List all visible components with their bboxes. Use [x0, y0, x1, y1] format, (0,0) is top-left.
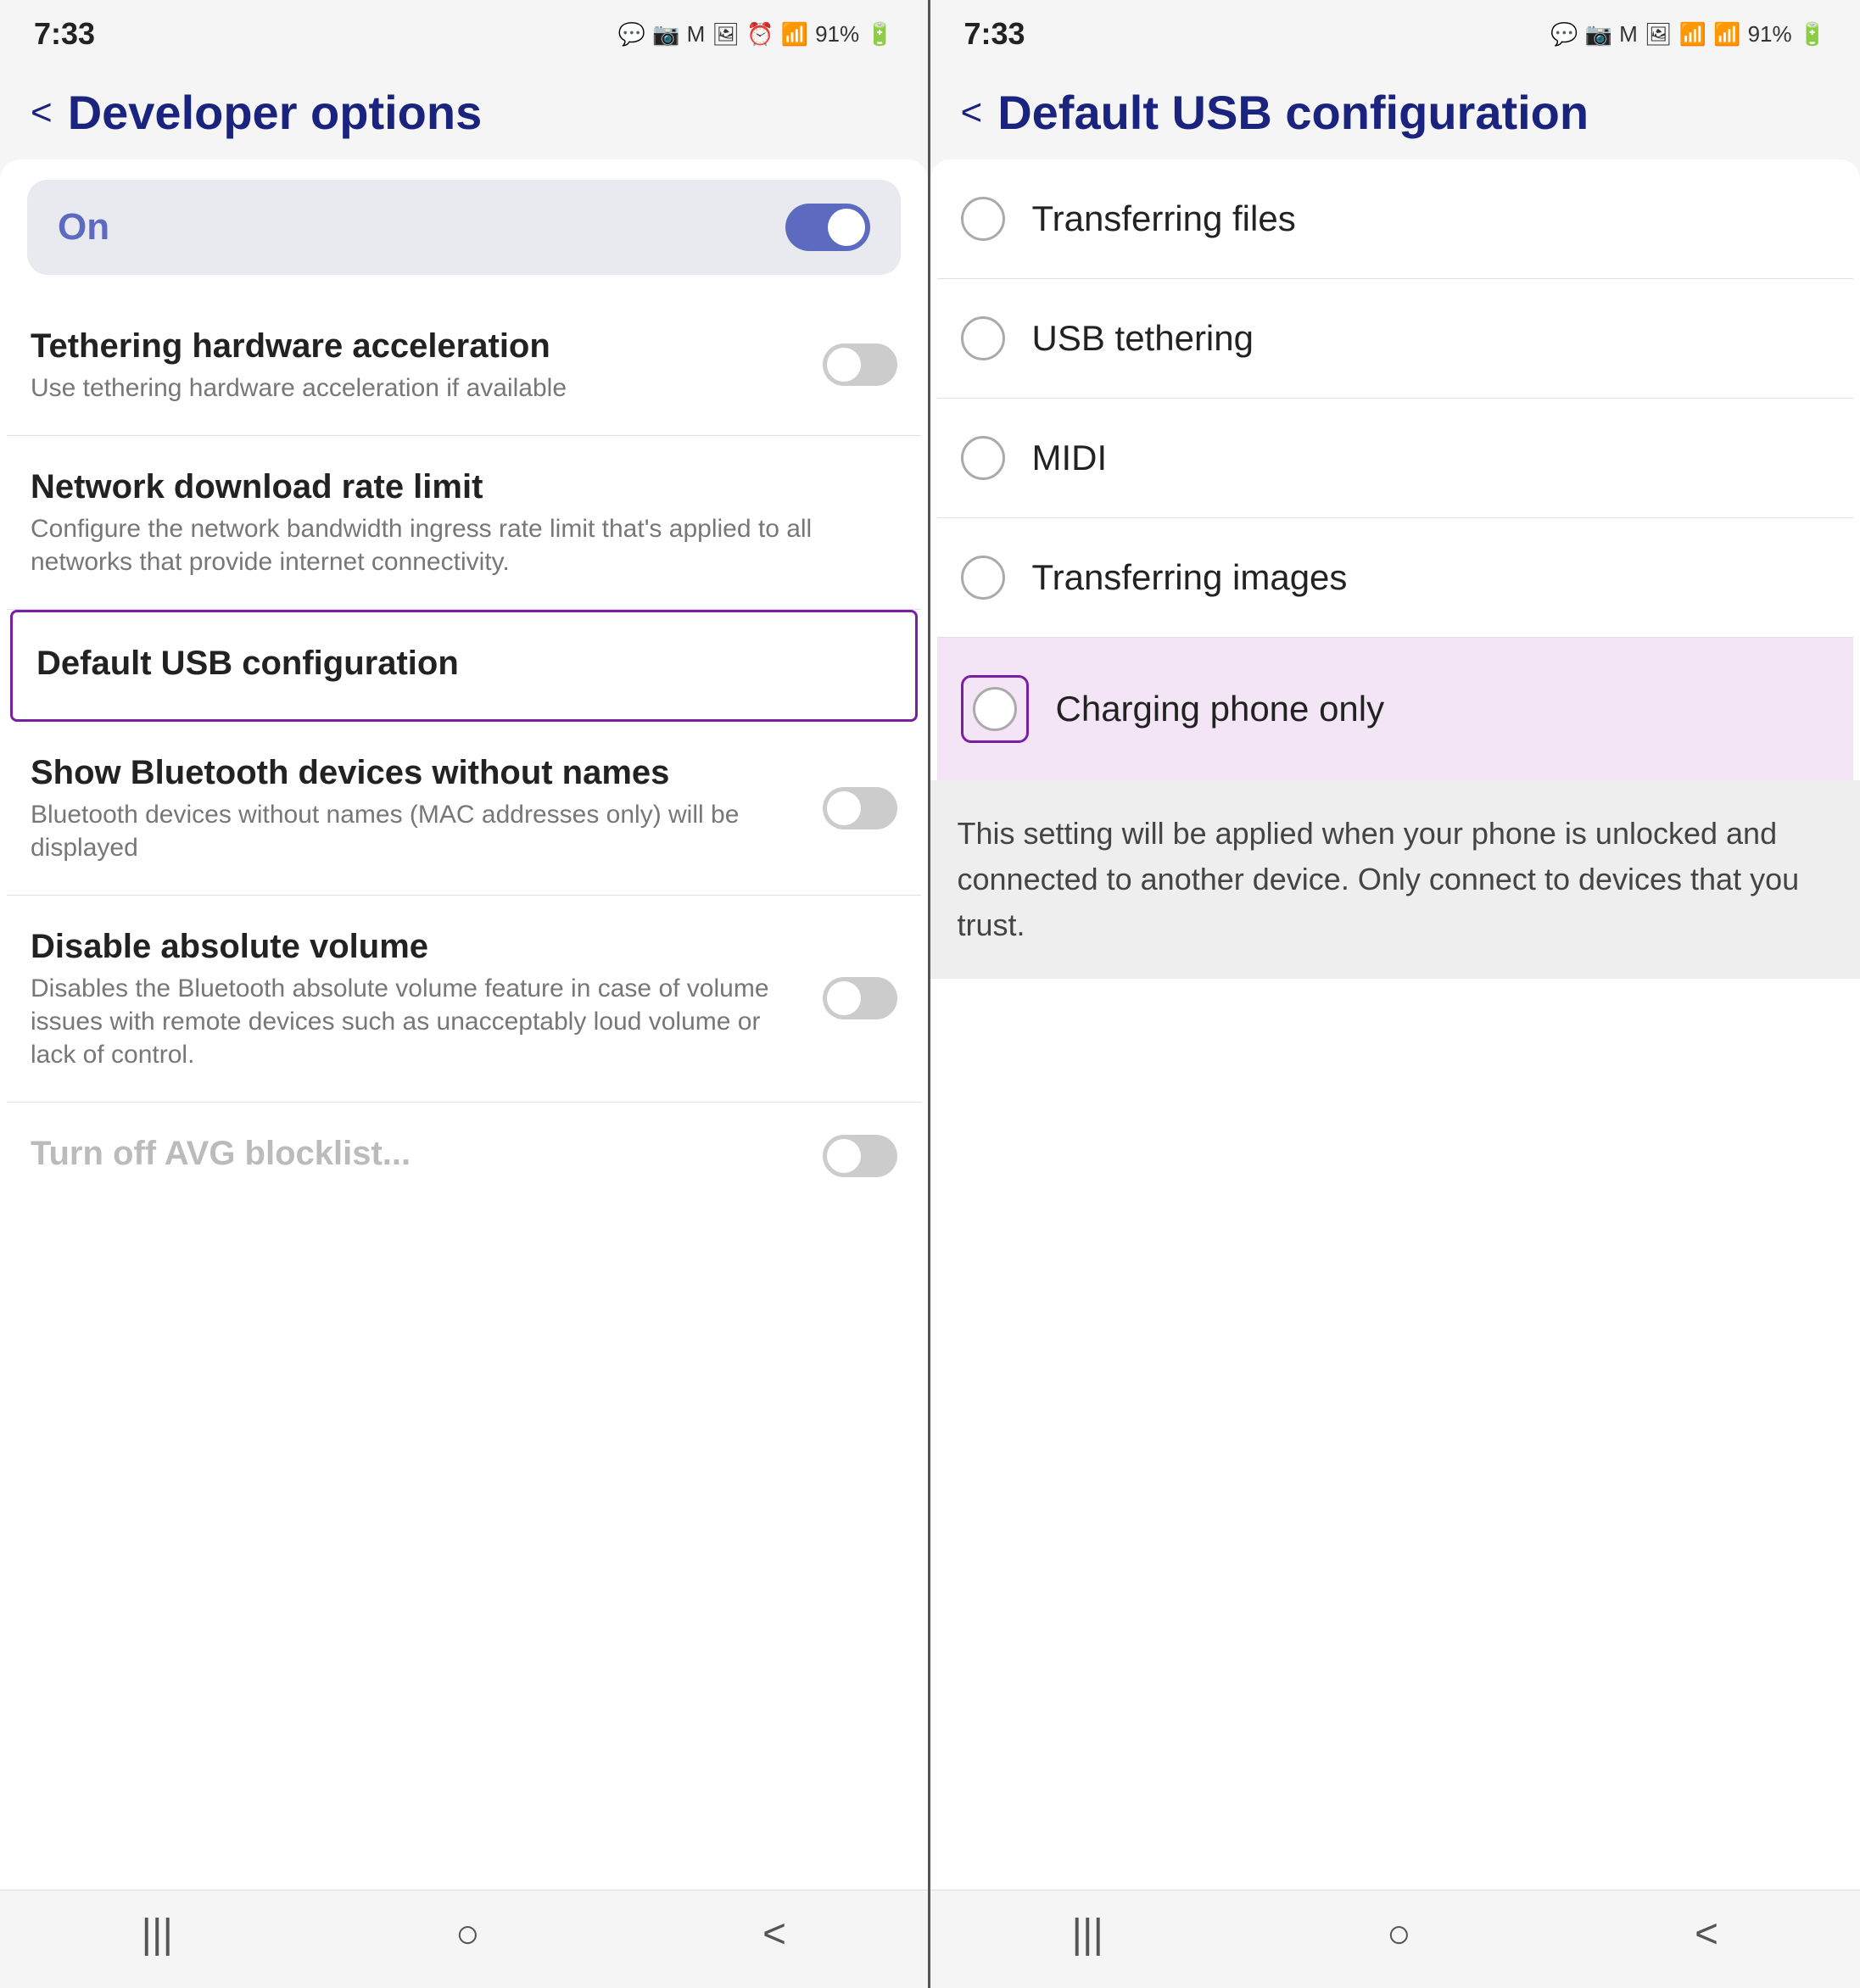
disable-absolute-volume-desc: Disables the Bluetooth absolute volume f…: [31, 972, 809, 1071]
radio-transferring-files[interactable]: [961, 197, 1005, 241]
tethering-hardware-desc: Use tethering hardware acceleration if a…: [31, 371, 809, 405]
battery-text: 91%: [815, 21, 859, 47]
turn-off-avg-title: Turn off AVG blocklist...: [31, 1133, 809, 1174]
right-page-header: < Default USB configuration: [930, 61, 1860, 156]
right-instagram-icon: 📷: [1585, 21, 1612, 47]
left-nav-bar: ||| ○ <: [0, 1890, 928, 1988]
left-content-area: On Tethering hardware acceleration Use t…: [0, 159, 928, 1890]
tethering-hardware-toggle[interactable]: [823, 343, 897, 386]
show-bluetooth-desc: Bluetooth devices without names (MAC add…: [31, 798, 809, 864]
usb-label-transferring-images: Transferring images: [1032, 557, 1348, 598]
network-download-title: Network download rate limit: [31, 466, 897, 507]
show-bluetooth-title: Show Bluetooth devices without names: [31, 752, 809, 793]
left-time: 7:33: [34, 16, 95, 52]
disable-absolute-volume-title: Disable absolute volume: [31, 926, 809, 967]
setting-item-network-download[interactable]: Network download rate limit Configure th…: [7, 436, 921, 610]
developer-options-toggle-row[interactable]: On: [27, 180, 901, 275]
right-panel: 7:33 💬 📷 M 🖼 📶 📶 91% 🔋 < Default USB con…: [930, 0, 1860, 1988]
radio-usb-tethering[interactable]: [961, 316, 1005, 360]
radio-charging-phone-only: [973, 687, 1017, 731]
left-recents-button[interactable]: |||: [142, 1911, 173, 1957]
right-battery-text: 91%: [1748, 21, 1792, 47]
left-page-title: Developer options: [68, 87, 483, 139]
developer-options-toggle-switch[interactable]: [785, 204, 870, 251]
setting-item-tethering-hardware[interactable]: Tethering hardware acceleration Use teth…: [7, 295, 921, 436]
left-status-bar: 7:33 💬 📷 M 🖼 ⏰ 📶 91% 🔋: [0, 0, 928, 61]
radio-midi[interactable]: [961, 436, 1005, 480]
usb-label-usb-tethering: USB tethering: [1032, 318, 1254, 359]
usb-label-transferring-files: Transferring files: [1032, 198, 1296, 239]
developer-options-toggle-label: On: [58, 206, 109, 248]
right-home-button[interactable]: ○: [1387, 1911, 1411, 1957]
left-page-header: < Developer options: [0, 61, 928, 156]
right-time: 7:33: [964, 16, 1025, 52]
radio-charging-phone-only-container[interactable]: [961, 675, 1029, 743]
alarm-icon: ⏰: [746, 21, 774, 47]
right-recents-button[interactable]: |||: [1072, 1911, 1103, 1957]
right-status-icons: 💬 📷 M 🖼 📶 📶 91% 🔋: [1550, 21, 1826, 47]
gmail-icon: M: [687, 21, 706, 47]
right-page-title: Default USB configuration: [997, 87, 1589, 139]
right-whatsapp-icon: 💬: [1550, 21, 1578, 47]
default-usb-title: Default USB configuration: [36, 643, 891, 684]
signal-icon: 📶: [781, 21, 808, 47]
setting-item-show-bluetooth[interactable]: Show Bluetooth devices without names Blu…: [7, 722, 921, 896]
right-content-area: Transferring files USB tethering MIDI Tr…: [930, 159, 1860, 1890]
left-settings-list: Tethering hardware acceleration Use teth…: [0, 295, 928, 1209]
radio-transferring-images[interactable]: [961, 556, 1005, 600]
setting-item-turn-off-avg[interactable]: Turn off AVG blocklist...: [7, 1103, 921, 1209]
battery-icon: 🔋: [866, 21, 893, 47]
usb-option-usb-tethering[interactable]: USB tethering: [937, 279, 1854, 399]
usb-options-list: Transferring files USB tethering MIDI Tr…: [930, 159, 1860, 780]
setting-item-default-usb[interactable]: Default USB configuration: [10, 610, 918, 722]
right-nav-bar: ||| ○ <: [930, 1890, 1860, 1988]
usb-label-midi: MIDI: [1032, 438, 1108, 478]
usb-info-box: This setting will be applied when your p…: [930, 780, 1860, 979]
whatsapp-icon: 💬: [618, 21, 645, 47]
usb-option-transferring-files[interactable]: Transferring files: [937, 159, 1854, 279]
turn-off-avg-toggle[interactable]: [823, 1135, 897, 1177]
gallery-icon: 🖼: [712, 21, 740, 47]
tethering-hardware-title: Tethering hardware acceleration: [31, 326, 809, 366]
setting-item-disable-absolute-volume[interactable]: Disable absolute volume Disables the Blu…: [7, 896, 921, 1103]
right-back-nav-button[interactable]: <: [1695, 1911, 1718, 1957]
left-back-button[interactable]: <: [31, 92, 53, 134]
right-wifi-icon: 📶: [1679, 21, 1706, 47]
right-gmail-icon: M: [1619, 21, 1638, 47]
right-gallery-icon: 🖼: [1645, 21, 1673, 47]
instagram-icon: 📷: [652, 21, 679, 47]
usb-option-charging-phone-only[interactable]: Charging phone only: [937, 638, 1854, 780]
left-home-button[interactable]: ○: [455, 1911, 480, 1957]
usb-option-midi[interactable]: MIDI: [937, 399, 1854, 518]
right-battery-icon: 🔋: [1799, 21, 1826, 47]
disable-absolute-volume-toggle[interactable]: [823, 977, 897, 1019]
right-signal-icon: 📶: [1713, 21, 1740, 47]
network-download-desc: Configure the network bandwidth ingress …: [31, 512, 897, 578]
usb-info-text: This setting will be applied when your p…: [958, 811, 1834, 948]
show-bluetooth-toggle[interactable]: [823, 787, 897, 829]
right-status-bar: 7:33 💬 📷 M 🖼 📶 📶 91% 🔋: [930, 0, 1860, 61]
usb-label-charging-phone-only: Charging phone only: [1056, 689, 1385, 729]
left-status-icons: 💬 📷 M 🖼 ⏰ 📶 91% 🔋: [618, 21, 894, 47]
usb-option-transferring-images[interactable]: Transferring images: [937, 518, 1854, 638]
left-panel: 7:33 💬 📷 M 🖼 ⏰ 📶 91% 🔋 < Developer optio…: [0, 0, 930, 1988]
left-back-nav-button[interactable]: <: [762, 1911, 786, 1957]
right-back-button[interactable]: <: [961, 92, 983, 134]
